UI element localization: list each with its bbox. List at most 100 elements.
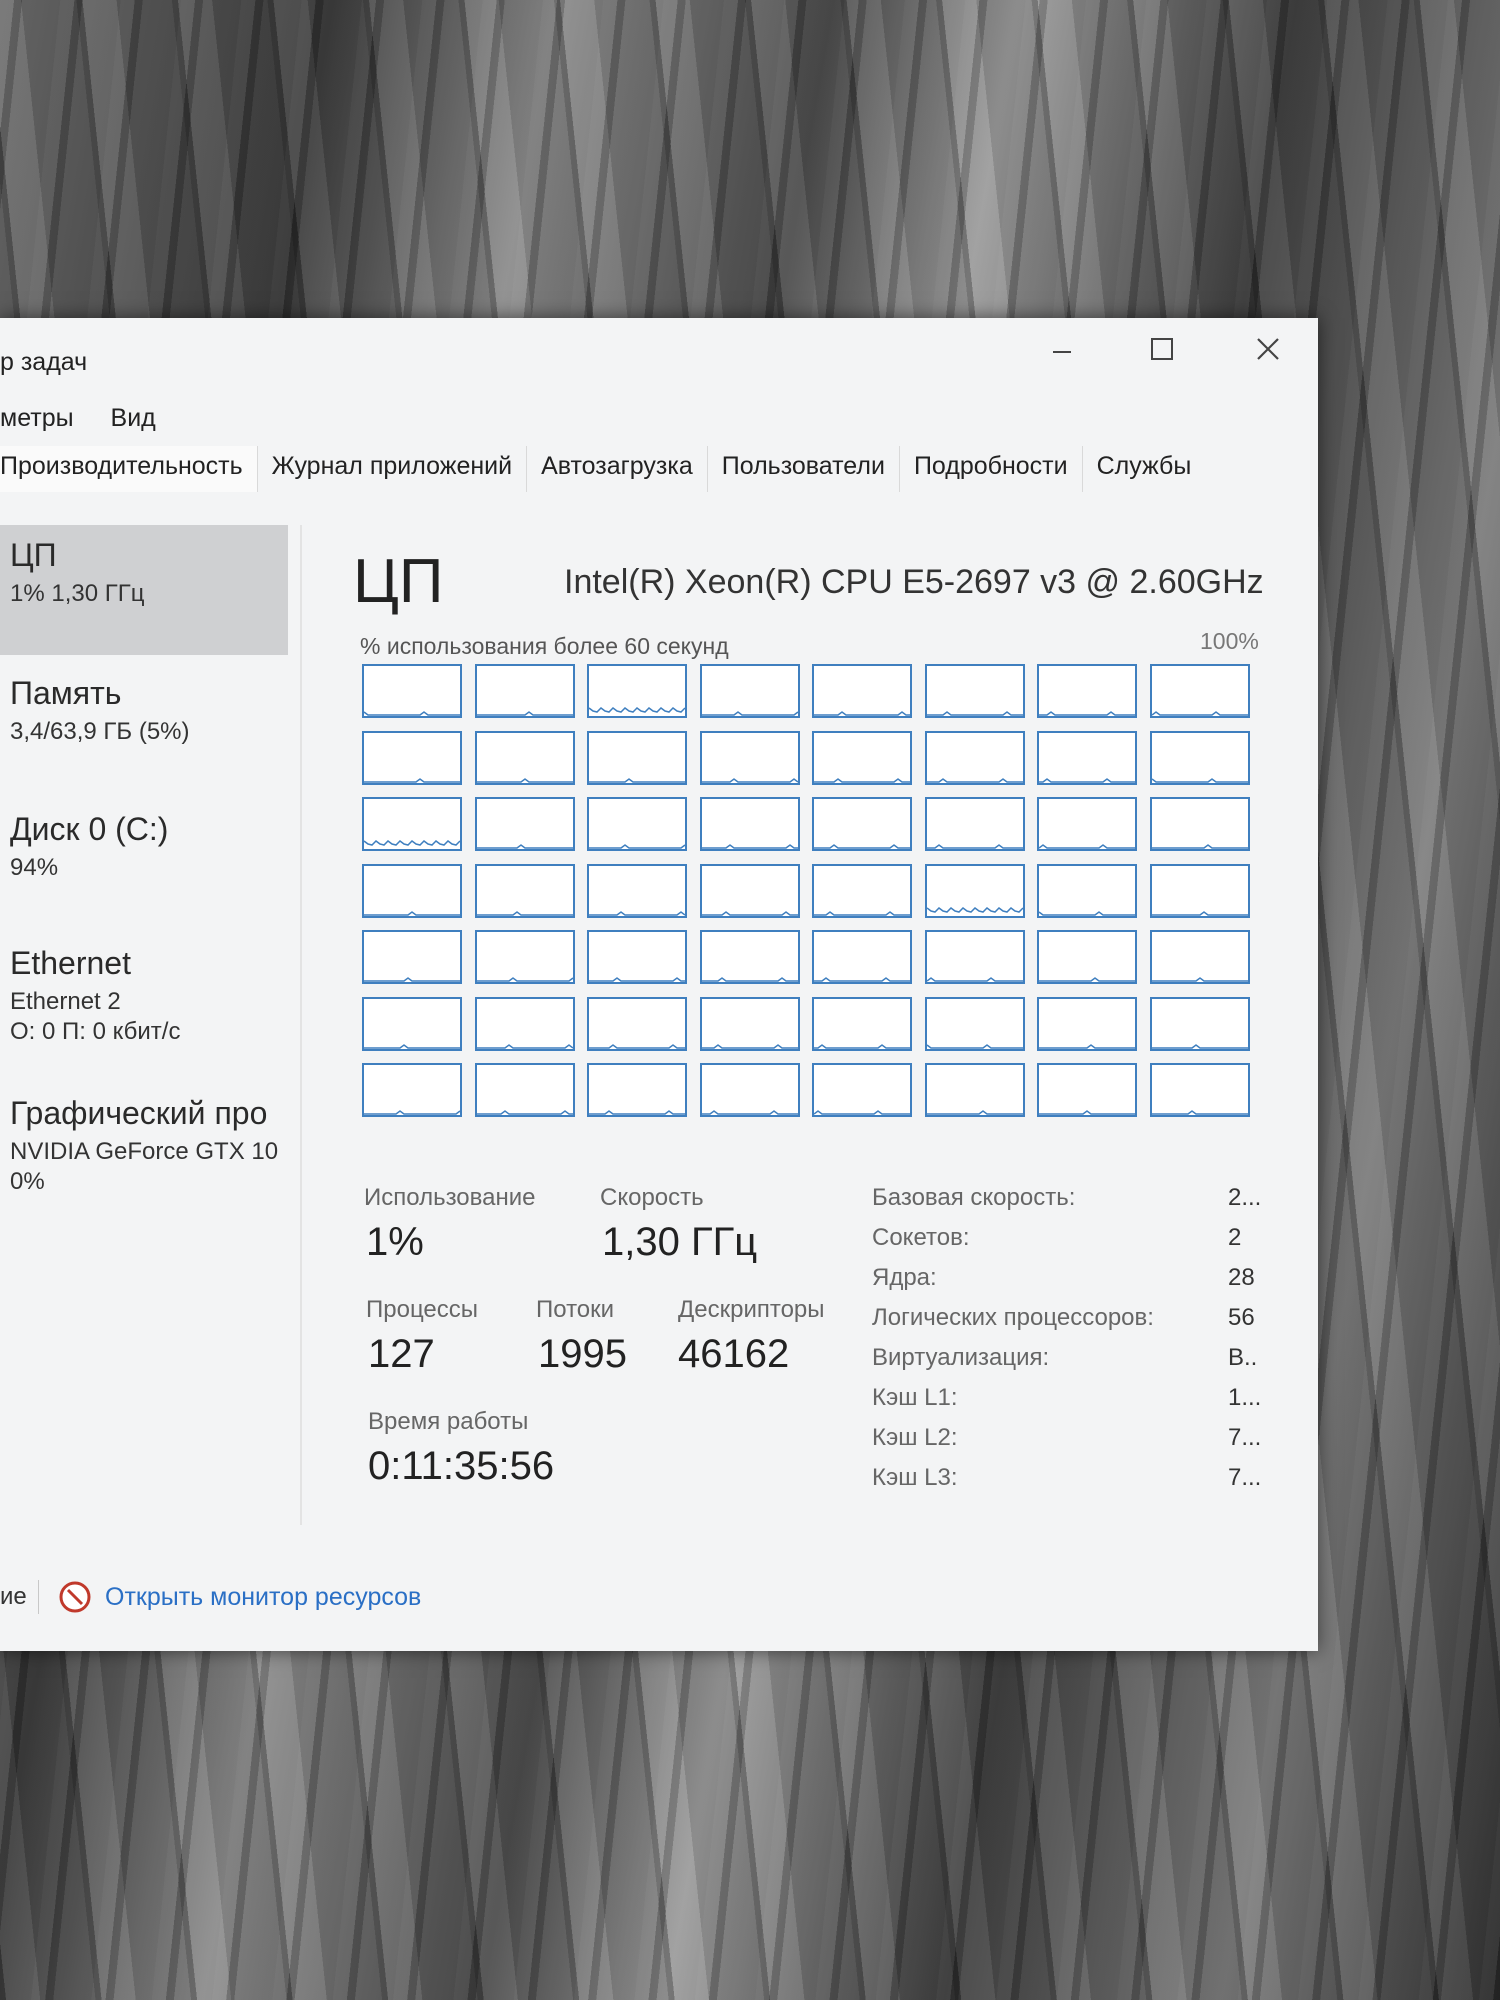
logical-processor-graph [924, 996, 1025, 1051]
footer-divider [38, 1580, 39, 1614]
usage-line [589, 910, 685, 916]
sidebar-item-detail: 0% [10, 1168, 45, 1195]
usage-line [701, 777, 798, 783]
usage-line [926, 1110, 1023, 1115]
tab-users[interactable]: Пользователи [708, 446, 900, 492]
tab-services[interactable]: Службы [1083, 446, 1206, 492]
sidebar-item-detail: О: 0 П: 0 кбит/с [10, 1018, 181, 1045]
usage-line [476, 1043, 573, 1049]
usage-line [1039, 844, 1135, 849]
sidebar-item-title: Графический про [10, 1095, 268, 1131]
tab-bar: Производительность Журнал приложений Авт… [0, 446, 1205, 492]
logical-processors-value: 56 [1228, 1304, 1255, 1331]
usage-line [926, 777, 1023, 783]
usage-line [589, 1043, 685, 1049]
l2-cache-value: 7... [1228, 1424, 1262, 1451]
uptime-value: 0:11:35:56 [368, 1444, 555, 1488]
logical-processor-graph [699, 930, 800, 984]
logical-processor-graph [1037, 730, 1137, 785]
logical-processor-graph [699, 1063, 800, 1117]
logical-processor-graph [587, 863, 687, 918]
logical-processor-graph [474, 664, 575, 718]
cpu-model-name: Intel(R) Xeon(R) CPU E5-2697 v3 @ 2.60GH… [564, 563, 1264, 601]
usage-line [814, 1043, 910, 1049]
sidebar-item-cpu[interactable]: ЦП 1% 1,30 ГГц [0, 525, 288, 655]
virtualization-label: Виртуализация: [872, 1344, 1050, 1371]
usage-line [1151, 910, 1248, 916]
sidebar-item-disk[interactable]: Диск 0 (C:) 94% [0, 811, 298, 882]
open-resource-monitor-link[interactable]: Открыть монитор ресурсов [105, 1583, 421, 1612]
usage-line [364, 711, 460, 716]
logical-processor-graph [699, 797, 800, 851]
virtualization-value: В.. [1228, 1344, 1258, 1371]
menu-item-options[interactable]: метры [0, 404, 74, 432]
logical-processor-graph [1149, 996, 1250, 1051]
minimize-icon [1053, 351, 1071, 353]
logical-processor-graph [1149, 730, 1250, 785]
logical-processor-graph [812, 996, 912, 1051]
close-icon [1257, 338, 1279, 360]
menu-item-view[interactable]: Вид [111, 404, 156, 432]
logical-processor-graph [812, 863, 912, 918]
logical-processor-graph [587, 664, 687, 718]
usage-line [1039, 1043, 1135, 1049]
tab-startup[interactable]: Автозагрузка [527, 446, 708, 492]
fewer-details-link[interactable]: ие [0, 1583, 27, 1611]
logical-processor-graph [474, 996, 575, 1051]
logical-processor-graph [474, 730, 575, 785]
usage-line [364, 1043, 460, 1049]
usage-line [1039, 910, 1135, 916]
l3-cache-value: 7... [1228, 1464, 1262, 1491]
title-bar[interactable]: р задач [0, 318, 1318, 376]
sidebar-item-detail: 3,4/63,9 ГБ (5%) [10, 718, 190, 745]
usage-line [476, 844, 573, 849]
close-button[interactable] [1238, 326, 1298, 372]
l3-cache-label: Кэш L3: [872, 1464, 958, 1491]
resource-sidebar: ЦП 1% 1,30 ГГц Память 3,4/63,9 ГБ (5%) Д… [0, 525, 302, 1525]
tab-performance[interactable]: Производительность [0, 446, 258, 492]
sidebar-item-gpu[interactable]: Графический про NVIDIA GeForce GTX 10 0% [0, 1095, 298, 1196]
sidebar-item-detail: 94% [10, 854, 59, 881]
usage-line [1039, 777, 1135, 783]
logical-processor-graph [362, 996, 462, 1051]
cores-label: Ядра: [872, 1264, 937, 1291]
sidebar-item-title: Ethernet [10, 945, 131, 981]
logical-processor-graph [1149, 863, 1250, 918]
tab-details[interactable]: Подробности [900, 446, 1083, 492]
logical-processor-graph [1149, 797, 1250, 851]
uptime-label: Время работы [368, 1408, 529, 1435]
usage-line [814, 777, 910, 783]
tab-app-history[interactable]: Журнал приложений [258, 446, 528, 492]
page-title: ЦП [353, 547, 444, 616]
usage-line [364, 777, 460, 783]
sidebar-item-title: ЦП [10, 537, 57, 573]
sidebar-item-memory[interactable]: Память 3,4/63,9 ГБ (5%) [0, 675, 298, 746]
usage-line [814, 910, 910, 916]
usage-line [814, 1110, 910, 1115]
logical-processor-graph [699, 730, 800, 785]
processes-value: 127 [368, 1332, 435, 1376]
usage-line [701, 844, 798, 849]
usage-line [1151, 1043, 1248, 1049]
logical-processor-graph [587, 730, 687, 785]
maximize-button[interactable] [1132, 326, 1192, 372]
menu-bar: метры Вид [0, 404, 186, 433]
logical-processor-graph [812, 797, 912, 851]
usage-line [1151, 1110, 1248, 1115]
usage-line [926, 906, 1023, 913]
usage-line [589, 977, 685, 982]
sidebar-item-ethernet[interactable]: Ethernet Ethernet 2 О: 0 П: 0 кбит/с [0, 945, 298, 1046]
logical-processor-graph [1149, 930, 1250, 984]
logical-processor-graph [1037, 863, 1137, 918]
sidebar-item-title: Диск 0 (C:) [10, 811, 169, 847]
l1-cache-value: 1... [1228, 1384, 1262, 1411]
sidebar-item-detail: NVIDIA GeForce GTX 10 [10, 1138, 279, 1165]
logical-processor-graphs [362, 664, 1262, 1128]
logical-processor-graph [362, 664, 462, 718]
minimize-button[interactable] [1032, 326, 1092, 372]
speed-value: 1,30 ГГц [602, 1220, 758, 1264]
maximize-icon [1151, 338, 1173, 360]
task-manager-window: р задач метры Вид Производительность Жур… [0, 318, 1318, 1651]
usage-line [589, 1110, 685, 1115]
logical-processor-graph [1037, 1063, 1137, 1117]
